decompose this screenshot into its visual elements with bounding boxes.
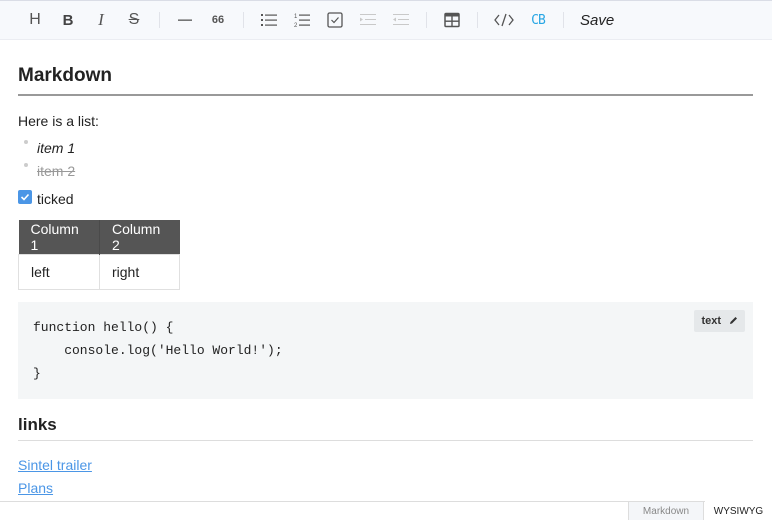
checkmark-icon (20, 193, 30, 201)
code-line: function hello() { (33, 319, 174, 335)
strikethrough-icon: S (128, 11, 140, 28)
table-button[interactable] (441, 9, 463, 31)
markdown-table: Column 1 Column 2 left right (18, 220, 180, 290)
bullet-list: item 1 item 2 (18, 138, 753, 184)
pencil-icon (730, 317, 737, 324)
svg-text:2: 2 (294, 23, 298, 28)
code-block[interactable]: function hello() { console.log('Hello Wo… (18, 301, 753, 399)
code-line: console.log('Hello World!'); (33, 342, 283, 358)
numbered-list-icon: 1 2 (294, 14, 310, 28)
outdent-button[interactable] (390, 9, 412, 31)
indent-button[interactable] (357, 9, 379, 31)
code-icon (494, 13, 514, 27)
heading-markdown: Markdown (18, 65, 753, 96)
codeblock-button[interactable]: CB (527, 9, 549, 31)
task-checkbox[interactable] (18, 190, 32, 204)
toolbar-divider (243, 12, 244, 28)
bullet-list-button[interactable] (258, 9, 280, 31)
task-list-icon (327, 12, 343, 28)
task-list-button[interactable] (324, 9, 346, 31)
heading-button[interactable]: H (24, 9, 46, 31)
toolbar-divider (563, 12, 564, 28)
toolbar-divider (477, 12, 478, 28)
links-list: Sintel trailer Plans (18, 457, 753, 503)
outdent-icon (393, 14, 409, 25)
task-item: ticked (18, 190, 753, 207)
mode-switch-bar: Markdown WYSIWYG (0, 501, 772, 520)
code-button[interactable] (492, 9, 516, 31)
tab-wysiwyg[interactable]: WYSIWYG (705, 501, 772, 520)
table-cell[interactable]: left (18, 253, 100, 290)
bullet-list-icon (261, 14, 277, 26)
bold-button[interactable]: B (57, 9, 79, 31)
bold-icon: B (62, 11, 74, 29)
toolbar-divider (159, 12, 160, 28)
list-item: item 1 (18, 138, 753, 161)
link-plans[interactable]: Plans (18, 480, 753, 503)
strikethrough-button[interactable]: S (123, 9, 145, 31)
table-header-cell[interactable]: Column 1 (18, 220, 100, 254)
table-cell[interactable]: right (99, 253, 180, 290)
horizontal-rule-button[interactable] (174, 9, 196, 31)
tab-markdown[interactable]: Markdown (628, 501, 704, 520)
quote-button[interactable]: 66 (207, 9, 229, 31)
italic-button[interactable]: I (90, 9, 112, 31)
intro-paragraph: Here is a list: (18, 113, 99, 129)
codeblock-icon: CB (531, 12, 546, 28)
table-icon (444, 12, 460, 28)
list-item-strikethrough: item 2 (18, 161, 753, 184)
code-line: } (33, 365, 41, 381)
task-label: ticked (37, 191, 74, 207)
toolbar-divider (426, 12, 427, 28)
svg-text:1: 1 (294, 14, 298, 20)
quote-icon: 66 (211, 14, 225, 26)
editor-content[interactable]: Markdown Here is a list: item 1 item 2 t… (18, 40, 753, 503)
numbered-list-button[interactable]: 1 2 (291, 9, 313, 31)
editor-toolbar: H B I S 66 1 2 CB Save (0, 0, 772, 40)
table-row: left right (18, 253, 180, 290)
table-header-cell[interactable]: Column 2 (99, 220, 180, 254)
heading-icon: H (29, 11, 41, 28)
indent-icon (360, 14, 376, 25)
heading-links: links (18, 415, 753, 441)
horizontal-rule-icon (178, 19, 192, 21)
italic-icon: I (98, 10, 104, 29)
link-sintel-trailer[interactable]: Sintel trailer (18, 457, 753, 480)
table-header-row: Column 1 Column 2 (18, 220, 180, 254)
code-language-label: text (701, 314, 721, 327)
save-button[interactable]: Save (578, 9, 616, 31)
code-language-button[interactable]: text (694, 309, 745, 332)
